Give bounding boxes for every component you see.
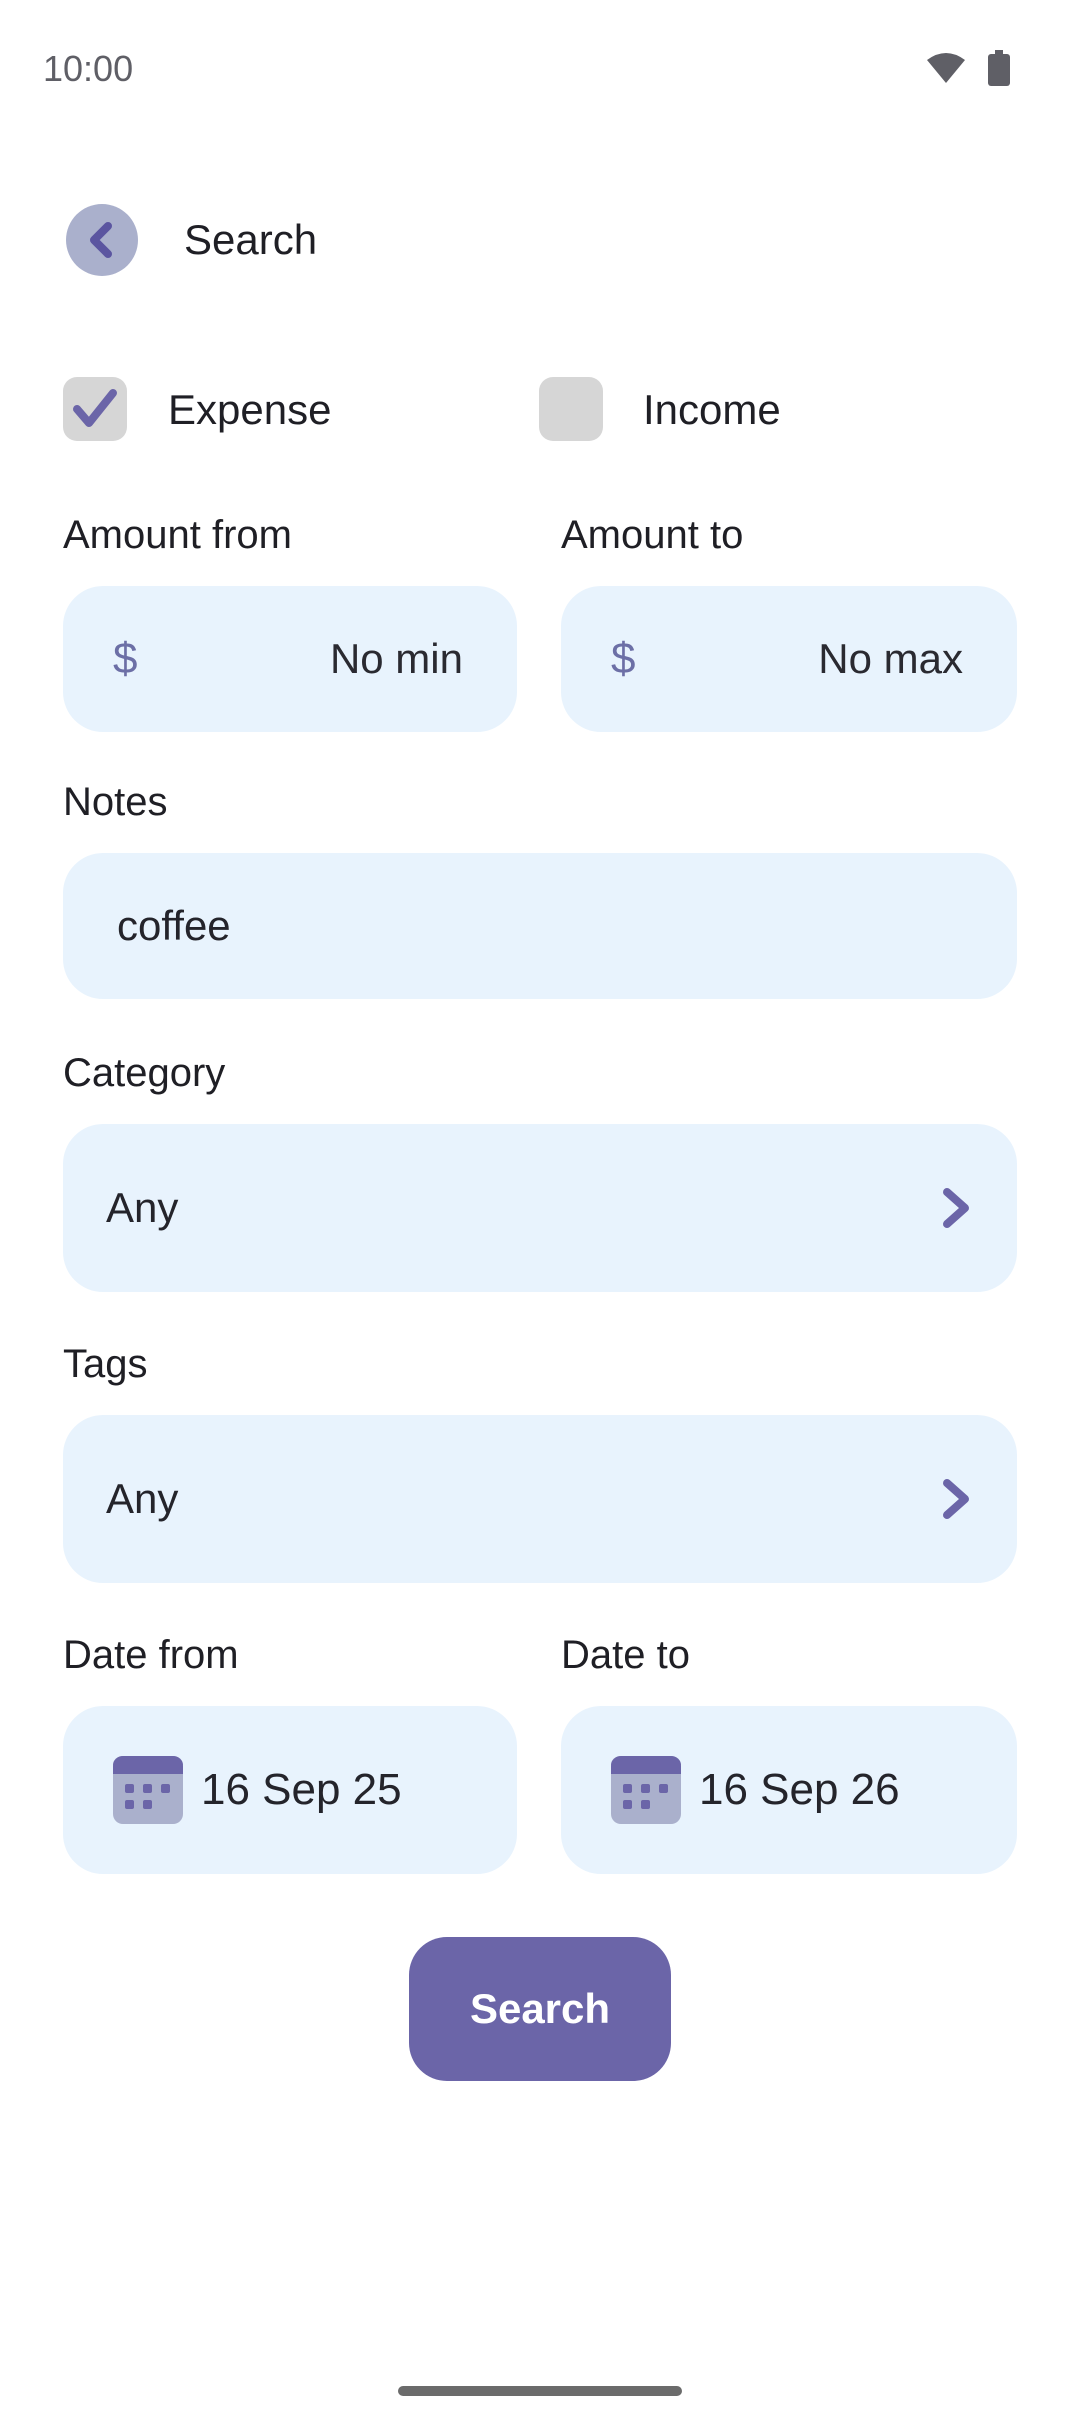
calendar-icon [113,1756,183,1824]
date-to-field[interactable]: 16 Sep 26 [561,1706,1017,1874]
wifi-icon [927,53,965,83]
date-to-label: Date to [561,1633,690,1677]
category-label: Category [63,1051,226,1095]
calendar-icon [611,1756,681,1824]
notes-field[interactable]: coffee [63,853,1017,999]
status-time: 10:00 [43,48,134,89]
chevron-left-icon [90,222,112,258]
category-value: Any [106,1184,179,1231]
date-from-field[interactable]: 16 Sep 25 [63,1706,517,1874]
search-button[interactable]: Search [409,1937,671,2081]
chevron-right-icon [943,1188,969,1228]
search-screen: 10:00 Search Expense Income Amount from … [0,0,1080,2424]
amount-to-field[interactable]: $ No max [561,586,1017,732]
battery-icon [988,50,1010,86]
notes-value: coffee [117,902,231,949]
expense-checkbox[interactable] [63,377,127,441]
amount-to-placeholder: No max [818,635,963,682]
status-icons [926,50,1010,86]
amount-from-placeholder: No min [329,635,463,682]
date-from-label: Date from [63,1633,239,1677]
back-button[interactable] [66,204,138,276]
income-checkbox[interactable] [539,377,603,441]
expense-label: Expense [168,386,332,433]
category-selector[interactable]: Any [63,1124,1017,1292]
income-label: Income [643,386,781,433]
date-from-value: 16 Sep 25 [201,1765,402,1814]
page-title: Search [184,216,318,263]
date-to-value: 16 Sep 26 [699,1765,900,1814]
currency-symbol: $ [113,634,138,683]
notes-label: Notes [63,780,168,824]
tags-label: Tags [63,1342,148,1386]
amount-from-label: Amount from [63,513,292,557]
currency-symbol: $ [611,634,636,683]
amount-from-field[interactable]: $ No min [63,586,517,732]
tags-selector[interactable]: Any [63,1415,1017,1583]
home-indicator[interactable] [398,2386,682,2396]
amount-to-label: Amount to [561,513,744,557]
tags-value: Any [106,1475,179,1522]
checkmark-icon [73,389,117,427]
chevron-right-icon [943,1479,969,1519]
